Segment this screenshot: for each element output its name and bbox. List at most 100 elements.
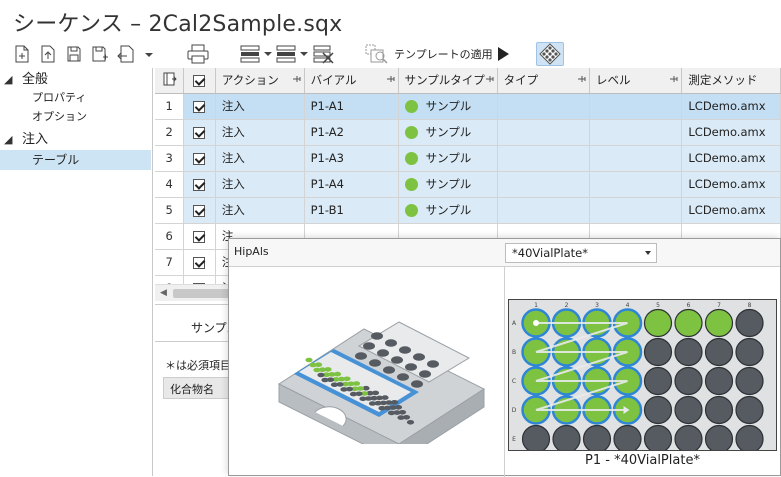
vial-well-C6[interactable] — [674, 366, 703, 396]
row-number[interactable]: 7 — [155, 249, 185, 276]
cell-type[interactable] — [497, 93, 591, 120]
select-all-checkbox[interactable] — [183, 68, 216, 94]
checkbox[interactable] — [193, 100, 206, 113]
cell-vial[interactable]: P1-A2 — [304, 119, 399, 146]
export-dropdown-icon[interactable] — [116, 42, 156, 66]
row-checkbox[interactable] — [183, 171, 216, 198]
row-number[interactable]: 5 — [155, 197, 185, 224]
cell-level[interactable] — [589, 93, 683, 120]
cell-method[interactable]: LCDemo.amx — [681, 93, 781, 120]
save-as-icon[interactable] — [90, 42, 110, 66]
cell-method[interactable]: LCDemo.amx — [681, 145, 781, 172]
row-number[interactable]: 6 — [155, 223, 185, 250]
checkbox[interactable] — [193, 256, 206, 269]
column-header-action[interactable]: アクション — [215, 68, 305, 94]
table-row[interactable]: 5 注入 P1-B1 サンプル LCDemo.amx — [155, 197, 781, 224]
cell-action[interactable]: 注入 — [215, 171, 305, 198]
cell-method[interactable]: LCDemo.amx — [681, 197, 781, 224]
vial-well-A7[interactable] — [704, 308, 734, 338]
row-number[interactable]: 8 — [155, 275, 185, 284]
cell-sample-type[interactable]: サンプル — [398, 171, 498, 198]
cell-level[interactable] — [589, 197, 683, 224]
cell-action[interactable]: 注入 — [215, 145, 305, 172]
cell-sample-type[interactable]: サンプル — [398, 119, 498, 146]
cell-method[interactable]: LCDemo.amx — [681, 171, 781, 198]
cell-type[interactable] — [497, 145, 591, 172]
delete-row-icon[interactable] — [312, 42, 336, 66]
template-icon[interactable] — [364, 42, 390, 66]
table-row[interactable]: 1 注入 P1-A1 サンプル LCDemo.amx — [155, 93, 781, 120]
vial-well-A6[interactable] — [674, 308, 703, 338]
vial-well-E8[interactable] — [735, 424, 764, 451]
cell-action[interactable]: 注入 — [215, 197, 305, 224]
cell-level[interactable] — [589, 119, 683, 146]
vial-well-E3[interactable] — [582, 424, 612, 451]
chevron-down-icon[interactable] — [645, 251, 651, 255]
cell-vial[interactable]: P1-A3 — [304, 145, 399, 172]
cell-method[interactable]: LCDemo.amx — [681, 119, 781, 146]
column-header-method[interactable]: 測定メソッド — [681, 68, 781, 94]
table-row[interactable]: 3 注入 P1-A3 サンプル LCDemo.amx — [155, 145, 781, 172]
vial-well-C7[interactable] — [704, 366, 734, 396]
vial-well-A8[interactable] — [735, 308, 764, 338]
cell-type[interactable] — [497, 171, 591, 198]
cell-level[interactable] — [589, 171, 683, 198]
vial-well-D5[interactable] — [643, 395, 673, 425]
save-icon[interactable] — [64, 42, 84, 66]
row-number[interactable]: 2 — [155, 119, 185, 146]
column-header-level[interactable]: レベル — [589, 68, 683, 94]
vial-well-C5[interactable] — [643, 366, 673, 396]
vial-well-A5[interactable] — [643, 308, 673, 338]
pin-icon[interactable] — [669, 75, 678, 84]
vial-well-E1[interactable] — [521, 424, 551, 451]
cell-level[interactable] — [589, 145, 683, 172]
cell-vial[interactable]: P1-B1 — [304, 197, 399, 224]
cell-sample-type[interactable]: サンプル — [398, 197, 498, 224]
cell-action[interactable]: 注入 — [215, 119, 305, 146]
column-header-sample-type[interactable]: サンプルタイプ — [398, 68, 498, 94]
cell-vial[interactable]: P1-A4 — [304, 171, 399, 198]
cell-action[interactable]: 注入 — [215, 93, 305, 120]
scroll-left-icon[interactable]: ◀ — [160, 288, 167, 298]
vial-well-C8[interactable] — [735, 366, 764, 396]
print-icon[interactable] — [186, 42, 210, 66]
run-icon[interactable] — [494, 42, 512, 66]
new-document-icon[interactable] — [12, 42, 32, 66]
vial-well-E7[interactable] — [704, 424, 734, 451]
row-checkbox[interactable] — [183, 249, 216, 276]
table-row[interactable]: 2 注入 P1-A2 サンプル LCDemo.amx — [155, 119, 781, 146]
vial-well-B6[interactable] — [674, 337, 703, 367]
tree-item-table[interactable]: テーブル — [0, 150, 151, 170]
tree-item-options[interactable]: オプション — [32, 107, 87, 127]
tree-group-injection[interactable]: ◢ 注入 — [0, 130, 150, 150]
table-row[interactable]: 4 注入 P1-A4 サンプル LCDemo.amx — [155, 171, 781, 198]
cell-type[interactable] — [497, 119, 591, 146]
vial-well-E6[interactable] — [674, 424, 703, 451]
row-checkbox[interactable] — [183, 275, 216, 284]
column-header-type[interactable]: タイプ — [497, 68, 591, 94]
expanded-arrow-icon[interactable]: ◢ — [4, 130, 12, 150]
row-checkbox[interactable] — [183, 119, 216, 146]
horizontal-scrollbar[interactable]: ◀ — [155, 284, 231, 301]
vial-well-D7[interactable] — [704, 395, 734, 425]
row-checkbox[interactable] — [183, 197, 216, 224]
pin-icon[interactable] — [485, 75, 494, 84]
column-header-vial[interactable]: バイアル — [304, 68, 399, 94]
plate-select[interactable]: *40VialPlate* — [505, 243, 657, 263]
checkbox[interactable] — [193, 126, 206, 139]
upload-document-icon[interactable] — [38, 42, 58, 66]
checkbox[interactable] — [193, 230, 206, 243]
row-number[interactable]: 1 — [155, 93, 185, 120]
vial-well-E2[interactable] — [552, 424, 581, 451]
row-number[interactable]: 4 — [155, 171, 185, 198]
vial-well-E5[interactable] — [643, 424, 673, 451]
row-checkbox[interactable] — [183, 145, 216, 172]
expanded-arrow-icon[interactable]: ◢ — [4, 70, 12, 90]
row-number[interactable]: 3 — [155, 145, 185, 172]
row-checkbox[interactable] — [183, 93, 216, 120]
template-apply-button[interactable]: テンプレートの適用 — [394, 46, 493, 62]
vial-well-E4[interactable] — [613, 424, 642, 451]
cell-sample-type[interactable]: サンプル — [398, 93, 498, 120]
vial-well-D8[interactable] — [735, 395, 764, 425]
vial-well-B8[interactable] — [735, 337, 764, 367]
